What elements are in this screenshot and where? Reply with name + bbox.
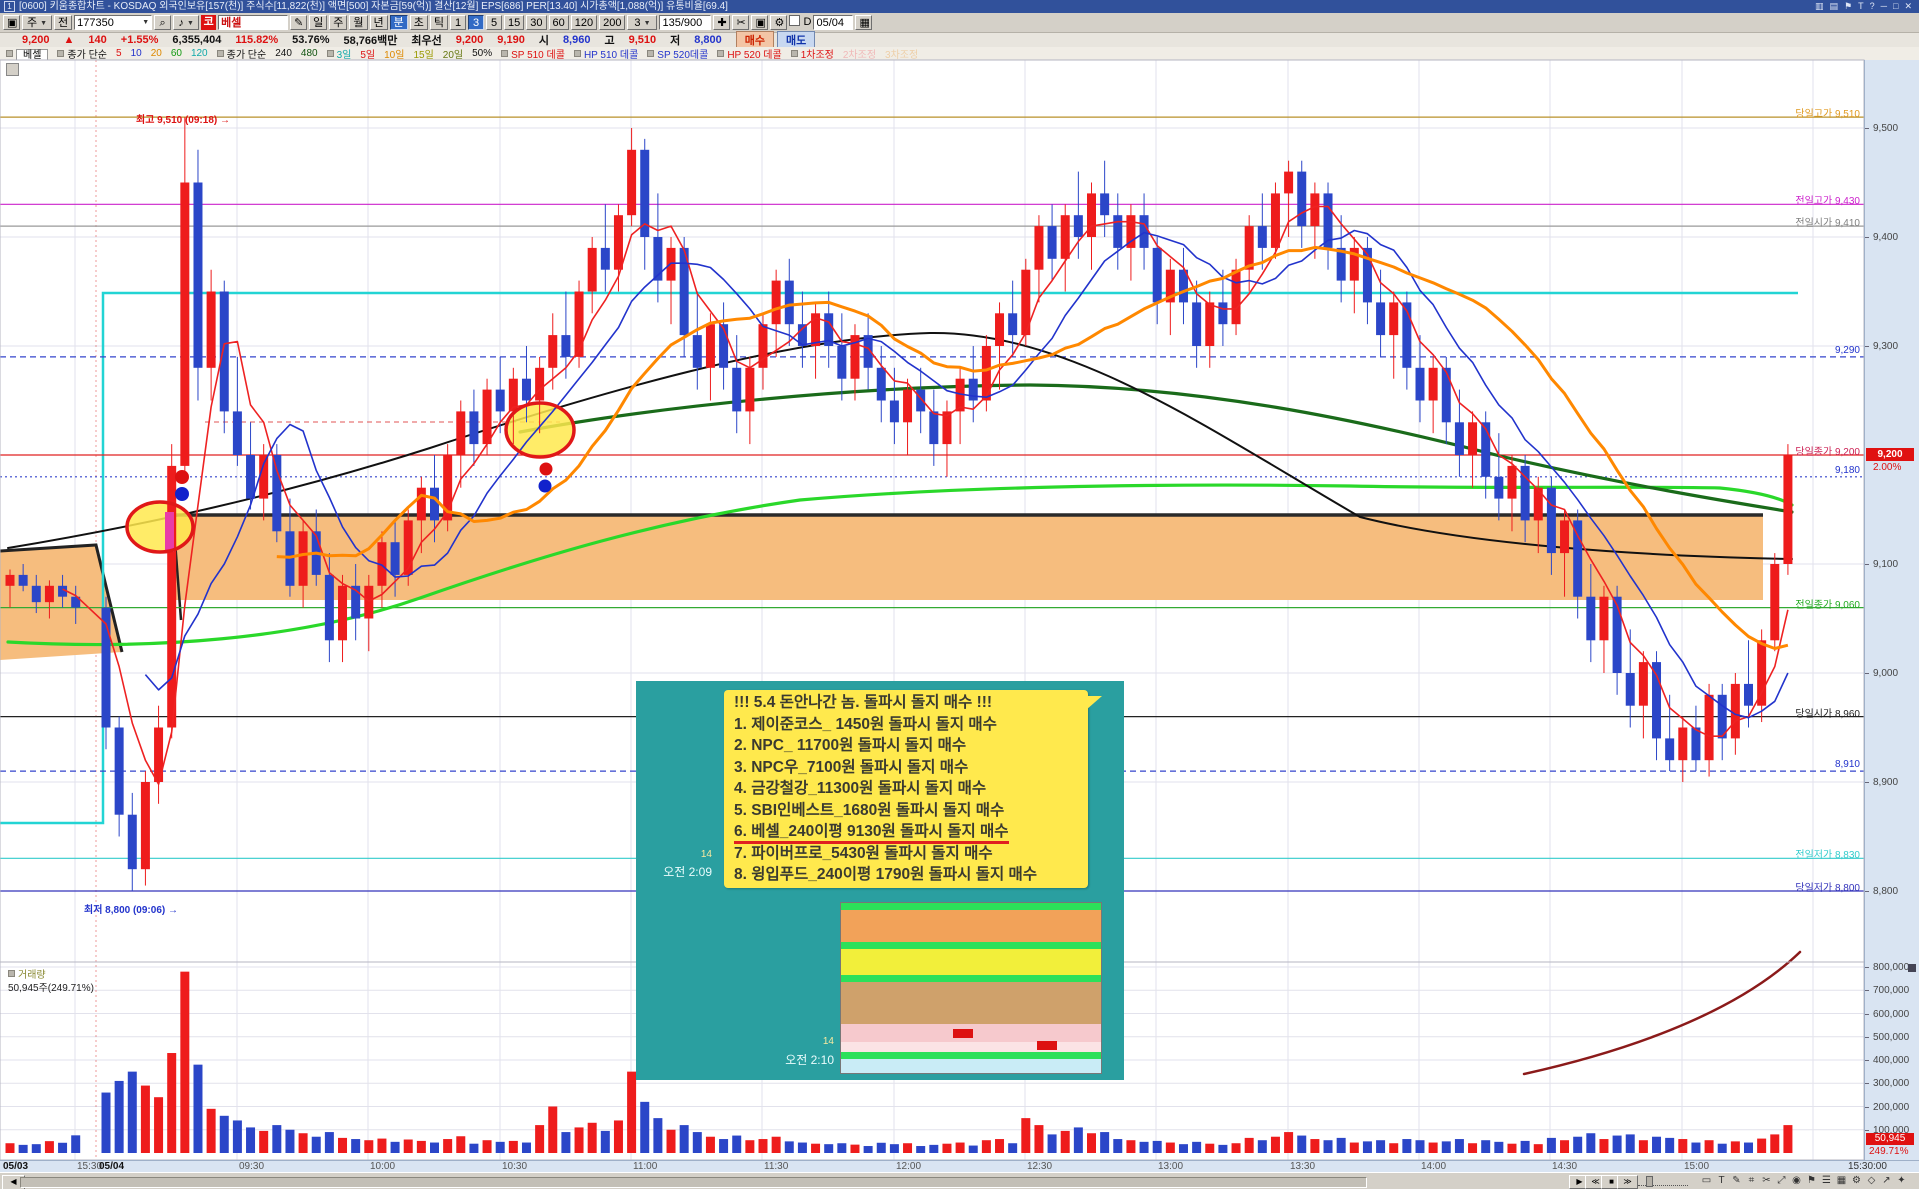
axis-tick-label: 800,000 [1873,962,1910,973]
kiwoom-chart-window: 1 [0600] 키움종합차트 - KOSDAQ 외국인보유[157(천)] 주식… [0,0,1919,1189]
grid-tool-icon[interactable]: ⌗ [1745,1175,1758,1186]
axis-tick-mark [1865,782,1869,783]
axis-tick-label: 9,300 [1873,341,1899,352]
note-line: 7. 파이버프로_5430원 돌파시 돌지 매수 [734,844,993,862]
arrow-tool-icon[interactable]: ↗ [1880,1175,1893,1186]
axis-tick-label: 9,100 [1873,559,1899,570]
note-bubble-tail [1086,696,1102,710]
table-tool-icon[interactable]: ▦ [1835,1175,1848,1186]
note-line: 1. 제이준코스_ 1450원 돌파시 돌지 매수 [734,715,997,733]
ma-10-line [144,229,1789,719]
note-bubble: !!! 5.4 돈안나간 놈. 돌파시 돌지 매수 !!! 1. 제이준코스_ 1… [724,690,1102,888]
note-timestamp-count-1: 14 [700,849,712,860]
mini-table-row [841,1059,1101,1073]
current-price-badge: 9,200 [1866,448,1914,461]
axis-tick-mark [1865,1106,1869,1108]
select-tool-icon[interactable]: ▭ [1700,1175,1713,1186]
axis-tick-label: 500,000 [1873,1031,1910,1043]
axis-tick-label: 600,000 [1873,1008,1910,1020]
axis-tick-mark [1865,1129,1869,1131]
axis-tick-mark [1865,990,1869,992]
mini-table-row [841,949,1101,975]
list-tool-icon[interactable]: ☰ [1820,1175,1833,1186]
volume-badge-pct: 249.71% [1869,1146,1909,1157]
note-line: 4. 금강철강_11300원 돌파시 돌지 매수 [734,780,987,797]
time-axis: 05/03 15:30 05/04 09:30 10:00 10:30 11:00 11:30… [0,1160,1919,1172]
axis-tick-label: 8,800 [1873,886,1899,897]
signal-dot-red-1 [175,470,189,484]
signal-dot-blue-2 [538,479,552,493]
note-line: 6. 베셀_240이평 9130원 돌파시 돌지 매수 [724,821,1088,844]
zoom-slider-knob[interactable] [1646,1176,1653,1187]
target-tool-icon[interactable]: ◉ [1790,1175,1803,1186]
star-tool-icon[interactable]: ✦ [1895,1175,1908,1186]
signal-dot-blue-1 [175,487,189,501]
axis-tick-mark [1865,891,1869,892]
axis-tick-mark [1865,564,1869,565]
note-timestamp-2: 오전 2:10 [785,1053,834,1067]
axis-tick-label: 300,000 [1873,1078,1910,1090]
axis-tick-mark [1865,128,1869,129]
axis-tick-mark [1865,1036,1869,1038]
scrollbar-track[interactable] [20,1177,1367,1188]
bottom-scrollbar-row: ◀ ▶ ≪ ■ ≫ ▭ T ✎ ⌗ ✂ ⤢ ◉ ⚑ ☰ ▦ ⚙ ◇ ↗ ✦ [0,1172,1919,1189]
axis-tick-label: 9,000 [1873,668,1899,679]
note-line: 8. 윙입푸드_240이평 1790원 돌파시 돌지 매수 [734,866,1038,883]
axis-tick-label: 200,000 [1873,1101,1910,1113]
mini-table-row [841,910,1101,942]
zoom-slider[interactable] [1638,1176,1688,1187]
axis-tick-mark [1865,1013,1869,1015]
expand-tool-icon[interactable]: ⤢ [1775,1175,1788,1186]
signal-dot-red-2 [539,462,553,476]
mini-table-row [841,903,1101,910]
mini-table-row [841,942,1101,949]
axis-tick-mark [1865,1083,1869,1085]
gear-tool-icon[interactable]: ⚙ [1850,1175,1863,1186]
axis-tick-mark [1865,673,1869,674]
pen-tool-icon[interactable]: ✎ [1730,1175,1743,1186]
diamond-tool-icon[interactable]: ◇ [1865,1175,1878,1186]
mini-table-red-badge [953,1029,973,1038]
axis-tick-label: 400,000 [1873,1055,1910,1066]
flag-tool-icon[interactable]: ⚑ [1805,1175,1818,1186]
note-line: 2. NPC_ 11700원 돌파시 돌지 매수 [734,737,967,754]
note-line: !!! 5.4 돈안나간 놈. 돌파시 돌지 매수 !!! [734,694,993,711]
mini-table-red-badge [1037,1041,1057,1050]
axis-corner-icon[interactable] [1908,964,1916,972]
forward-button[interactable]: ≫ [1617,1175,1638,1189]
axis-tick-mark [1865,967,1869,968]
price-axis-panel[interactable]: 9,500 9,400 9,300 9,100 9,000 8,900 8,800 800,0… [1864,60,1919,1160]
axis-tick-mark [1865,346,1869,347]
axis-tick-label: 9,500 [1873,123,1899,134]
text-tool-icon[interactable]: T [1715,1175,1728,1186]
note-timestamp-count-2: 14 [822,1036,834,1047]
note-line: 5. SBI인베스트_1680원 돌파시 돌지 매수 [734,801,1005,819]
axis-tick-mark [1865,237,1869,238]
mini-table-row [841,1042,1101,1052]
current-price-pct: 2.00% [1873,462,1902,473]
mini-table-screenshot [840,902,1102,1074]
chart-area[interactable]: 당일고가 9,510 전일고가 9,430 전일시가 9,410 9,290 9,180… [0,59,1919,1161]
volume-badge: 50,945 [1866,1133,1914,1145]
axis-tick-mark [1865,1060,1869,1061]
mini-table-row [841,982,1101,1024]
axis-tick-label: 9,400 [1873,232,1899,243]
mini-table-row [841,1052,1101,1059]
axis-tick-label: 700,000 [1873,985,1910,997]
note-line: 3. NPC우_7100원 돌파시 돌지 매수 [734,758,969,776]
cut-tool-icon[interactable]: ✂ [1760,1175,1773,1186]
mini-table-row [841,975,1101,982]
axis-tick-label: 8,900 [1873,777,1899,788]
highlight-candle [165,512,174,552]
chat-note-panel: !!! 5.4 돈안나간 놈. 돌파시 돌지 매수 !!! 1. 제이준코스_ 1… [636,681,1124,1080]
note-timestamp-1: 오전 2:09 [663,865,712,879]
